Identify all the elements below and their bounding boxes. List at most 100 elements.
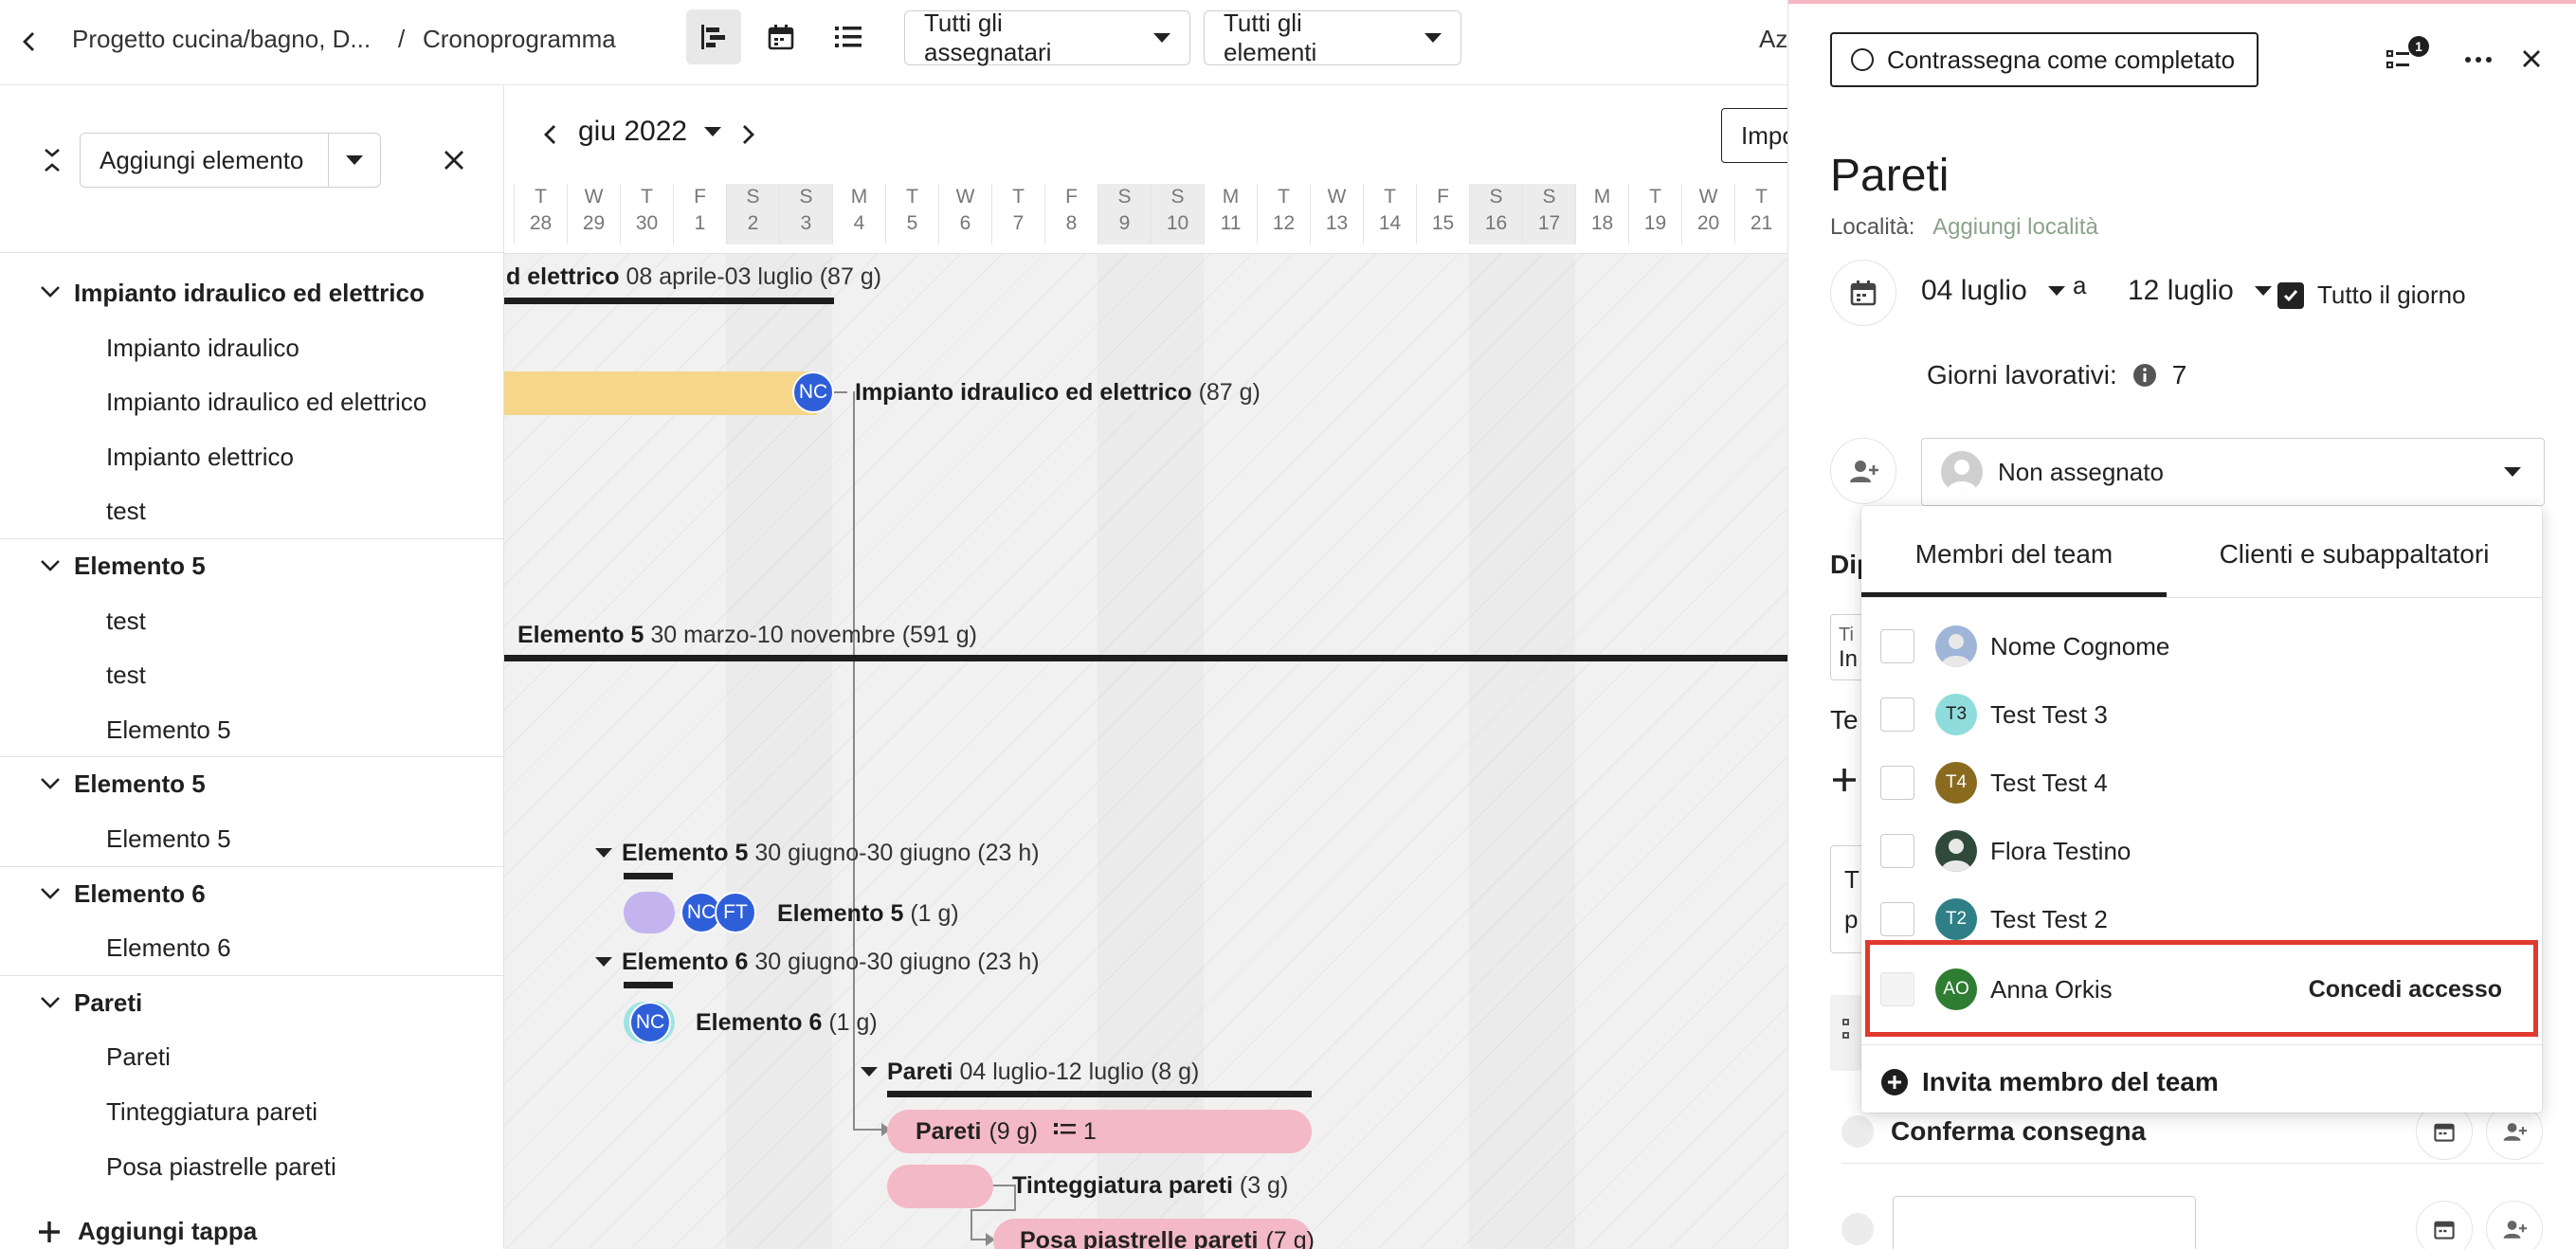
group-el6-bar[interactable] xyxy=(624,982,673,988)
breadcrumb-project[interactable]: Progetto cucina/bagno, D... xyxy=(72,25,371,54)
new-item-date-button[interactable] xyxy=(2416,1201,2473,1249)
add-element-split-button[interactable]: Aggiungi elemento xyxy=(80,133,381,188)
assignees-filter[interactable]: Tutti gli assegnatari xyxy=(904,9,1190,66)
task-walls-bar[interactable]: Pareti (9 g) 1 xyxy=(887,1110,1312,1153)
group-plumbing-bar[interactable] xyxy=(504,298,834,304)
date-picker-button[interactable] xyxy=(1830,260,1896,326)
new-item-checkbox[interactable] xyxy=(1841,1213,1874,1245)
new-item-input[interactable] xyxy=(1893,1196,2196,1249)
tree-item[interactable]: Elemento 6 xyxy=(0,920,503,975)
member-row[interactable]: Nome Cognome xyxy=(1861,612,2542,680)
next-month-icon[interactable] xyxy=(735,118,760,152)
group-el5b-bar[interactable] xyxy=(624,873,673,879)
task-tile-bar[interactable]: Posa piastrelle pareti (7 g) xyxy=(993,1219,1315,1249)
assign-person-button[interactable] xyxy=(1830,438,1896,504)
calendar-view-button[interactable] xyxy=(753,9,808,64)
end-date-select[interactable]: 12 luglio xyxy=(2128,275,2272,307)
elements-filter[interactable]: Tutti gli elementi xyxy=(1204,9,1461,66)
invite-team-member-button[interactable]: Invita membro del team xyxy=(1880,1056,2219,1109)
task-title[interactable]: Pareti xyxy=(1830,150,1949,202)
tree-group[interactable]: Elemento 5 xyxy=(0,538,503,593)
tree-item[interactable]: test xyxy=(0,483,503,538)
all-day-checkbox[interactable] xyxy=(2277,281,2304,309)
checklist-item-label[interactable]: Conferma consegna xyxy=(1891,1116,2416,1147)
tab-team-members[interactable]: Membri del team xyxy=(1861,525,2167,597)
tree-group[interactable]: Impianto idraulico ed elettrico xyxy=(0,265,503,320)
tree-item[interactable]: Posa piastrelle pareti xyxy=(0,1139,503,1194)
start-date-select[interactable]: 04 luglio xyxy=(1921,275,2065,307)
prev-month-icon[interactable] xyxy=(538,118,563,152)
tree-group[interactable]: Pareti xyxy=(0,975,503,1030)
chevron-down-icon[interactable] xyxy=(36,989,74,1018)
checklist-button[interactable]: 1 xyxy=(2386,36,2429,76)
add-stage-button[interactable]: Aggiungi tappa xyxy=(36,1217,257,1246)
all-day-toggle[interactable]: Tutto il giorno xyxy=(2277,281,2466,310)
chevron-down-icon[interactable] xyxy=(36,552,74,581)
day-number: 15 xyxy=(1431,212,1455,234)
collapse-triangle-icon[interactable] xyxy=(595,957,612,967)
group-walls-bar[interactable] xyxy=(887,1091,1312,1097)
mark-complete-button[interactable]: Contrassegna come completato xyxy=(1830,32,2259,87)
more-options-icon[interactable] xyxy=(2461,45,2495,74)
tree-item[interactable]: Impianto idraulico ed elettrico xyxy=(0,374,503,429)
group-walls-dates: 04 luglio-12 luglio (8 g) xyxy=(959,1059,1200,1085)
add-element-dropdown[interactable] xyxy=(329,134,380,187)
member-checkbox[interactable] xyxy=(1880,629,1914,663)
collapse-triangle-icon[interactable] xyxy=(861,1067,878,1077)
info-icon[interactable] xyxy=(2132,363,2157,388)
new-item-assign-button[interactable] xyxy=(2486,1201,2543,1249)
task-paint-bar[interactable] xyxy=(887,1165,993,1208)
task-plumbing-bar[interactable] xyxy=(504,371,817,415)
tree-item[interactable]: Pareti xyxy=(0,1029,503,1084)
checklist-item-checkbox[interactable] xyxy=(1841,1114,1874,1148)
toolbar-action-cut[interactable]: Az xyxy=(1759,25,1787,54)
add-element-button[interactable]: Aggiungi elemento xyxy=(81,134,329,187)
member-name: Test Test 3 xyxy=(1990,699,2108,729)
tree-group[interactable]: Elemento 6 xyxy=(0,866,503,921)
chevron-down-icon[interactable] xyxy=(36,770,74,799)
member-checkbox[interactable] xyxy=(1880,902,1914,936)
list-view-button[interactable] xyxy=(821,9,876,64)
tree-label: Pareti xyxy=(74,988,143,1017)
chevron-down-icon[interactable] xyxy=(36,279,74,307)
add-person-icon xyxy=(1850,461,1878,482)
back-icon[interactable] xyxy=(17,25,42,59)
member-row[interactable]: T3 Test Test 3 xyxy=(1861,680,2542,749)
close-icon[interactable] xyxy=(2514,42,2549,76)
group-el5-dates: 30 marzo-10 novembre (591 g) xyxy=(650,622,977,648)
tree-item[interactable]: Impianto elettrico xyxy=(0,429,503,484)
tree-item[interactable]: Elemento 5 xyxy=(0,702,503,757)
member-row[interactable]: Flora Testino xyxy=(1861,817,2542,885)
tree-group[interactable]: Elemento 5 xyxy=(0,756,503,811)
member-checkbox[interactable] xyxy=(1880,766,1914,800)
tree-item[interactable]: test xyxy=(0,647,503,702)
add-location-link[interactable]: Aggiungi località xyxy=(1932,214,2098,240)
collapse-triangle-icon[interactable] xyxy=(595,848,612,858)
grant-access-button[interactable]: Concedi accesso xyxy=(2309,976,2502,1004)
day-letter: T xyxy=(535,186,547,208)
avatar[interactable]: NC xyxy=(792,371,834,413)
close-panel-icon[interactable] xyxy=(438,144,470,176)
assignee-select[interactable]: Non assegnato xyxy=(1921,438,2545,506)
avatar[interactable]: NC xyxy=(629,1002,671,1043)
member-row-pending[interactable]: AO Anna Orkis Concedi accesso xyxy=(1861,955,2542,1023)
plus-icon[interactable] xyxy=(1830,766,1859,794)
gantt-view-button[interactable] xyxy=(686,9,741,64)
collapse-all-icon[interactable] xyxy=(36,144,68,176)
import-button[interactable]: Impo xyxy=(1721,108,1787,163)
chevron-down-icon[interactable] xyxy=(36,880,74,909)
member-checkbox[interactable] xyxy=(1880,697,1914,732)
month-selector[interactable]: giu 2022 xyxy=(578,116,722,148)
tree-item[interactable]: Elemento 5 xyxy=(0,811,503,866)
member-checkbox[interactable] xyxy=(1880,834,1914,868)
group-el5-bar[interactable] xyxy=(504,655,1787,661)
tree-item[interactable]: test xyxy=(0,593,503,648)
tree-label: Pareti xyxy=(106,1041,171,1071)
member-row[interactable]: T4 Test Test 4 xyxy=(1861,749,2542,817)
tree-item[interactable]: Impianto idraulico xyxy=(0,320,503,375)
tree-item[interactable]: Tinteggiatura pareti xyxy=(0,1084,503,1139)
avatar[interactable]: FT xyxy=(715,892,756,933)
tab-clients-subcontractors[interactable]: Clienti e subappaltatori xyxy=(2167,525,2542,597)
dependency-line xyxy=(971,1209,1016,1211)
task-el5b-bar[interactable] xyxy=(624,892,675,933)
